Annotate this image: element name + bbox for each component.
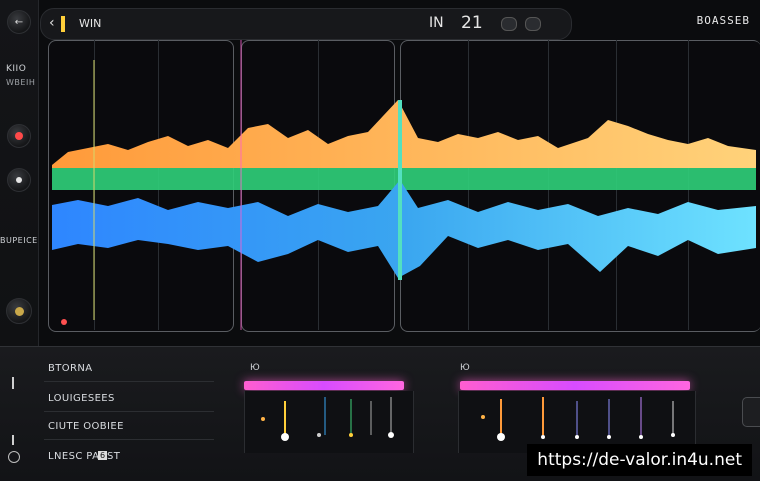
mixer-row-1[interactable]: LOUIGESEES	[48, 393, 115, 404]
mixer-side-marker	[12, 377, 14, 389]
tempo-readout: 21	[461, 13, 483, 33]
divider	[44, 381, 214, 382]
knob-icon	[14, 306, 24, 316]
toggle-b-icon[interactable]	[525, 17, 541, 31]
dot-icon	[16, 177, 22, 183]
row-badge: 6	[98, 451, 108, 460]
orange-wave	[52, 100, 756, 168]
track-a-level-bar[interactable]	[244, 381, 404, 390]
session-title: WIN	[79, 17, 102, 30]
chevron-left-icon[interactable]: ‹	[49, 15, 55, 31]
rail-label-top: KIIO	[6, 64, 27, 74]
top-bar: ‹ WIN IN 21	[40, 8, 572, 40]
back-button[interactable]: ←	[7, 10, 31, 34]
play-toggle-button[interactable]	[7, 168, 31, 192]
divider	[44, 439, 214, 440]
loop-marker	[61, 319, 67, 325]
bar-indicator: IN	[429, 15, 444, 31]
watermark-url: https://de-valor.in4u.net	[527, 444, 752, 476]
toggle-a-icon[interactable]	[501, 17, 517, 31]
divider	[44, 411, 214, 412]
mixer-row-2[interactable]: CIUTE OOBIEE	[48, 421, 124, 432]
rail-label-sub: WBEIH	[6, 78, 36, 87]
left-rail: ← KIIO WBEIH BUPEICE	[0, 0, 39, 346]
mixer-header: BTORNA	[48, 363, 93, 374]
mute-icon[interactable]	[8, 451, 20, 463]
waveform-graphic	[52, 40, 756, 330]
record-icon	[15, 132, 23, 140]
project-label: BOASSEB	[696, 14, 750, 27]
mixer-side-marker	[12, 435, 14, 445]
rail-label-mid: BUPEICE	[0, 236, 38, 245]
track-a-steps	[261, 397, 394, 441]
track-a-label: Ю	[250, 363, 260, 373]
track-b-label: Ю	[460, 363, 470, 373]
arrow-left-icon: ←	[14, 16, 24, 28]
mixer-row-3[interactable]: LNESC PAUST	[48, 451, 120, 462]
marker-icon	[61, 16, 65, 32]
waveform-area[interactable]	[48, 40, 760, 332]
track-a-lanes[interactable]	[244, 391, 414, 453]
master-knob[interactable]	[6, 298, 32, 324]
track-b-level-bar[interactable]	[460, 381, 690, 390]
output-knob[interactable]	[742, 397, 760, 427]
blue-wave	[52, 180, 756, 278]
record-button[interactable]	[7, 124, 31, 148]
